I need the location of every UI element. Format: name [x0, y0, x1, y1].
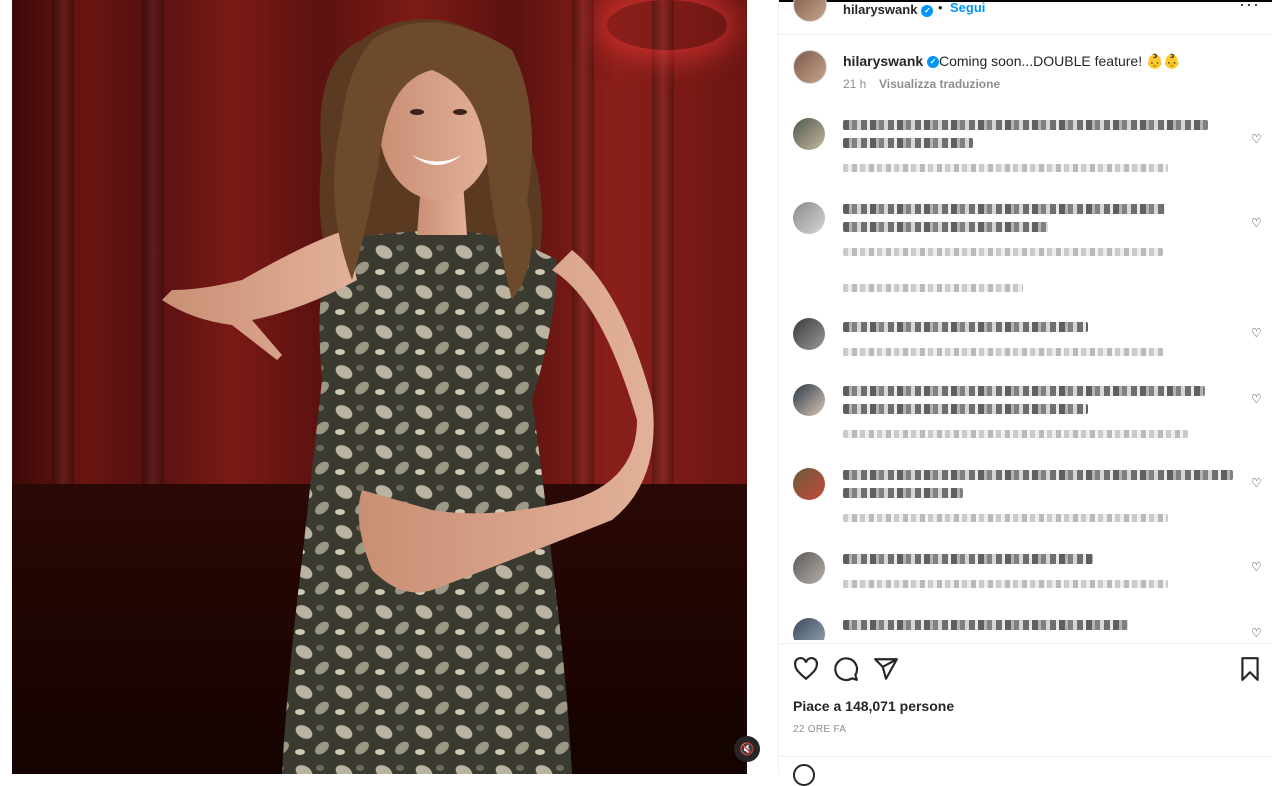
comment-item: ♡ — [779, 468, 1272, 538]
caption-author-avatar[interactable] — [793, 50, 827, 84]
comment-text-redacted — [843, 488, 963, 498]
comment-item: ♡ — [779, 116, 1272, 186]
comment-text-redacted — [843, 404, 1088, 414]
comment-like-heart-icon[interactable]: ♡ — [1251, 626, 1262, 640]
comment-like-heart-icon[interactable]: ♡ — [1251, 216, 1262, 230]
comment-item: ♡ — [779, 618, 1272, 640]
divider — [779, 34, 1272, 35]
comment-text-redacted — [843, 222, 1048, 232]
comment-text-redacted — [843, 138, 973, 148]
author-username-link[interactable]: hilaryswank ✓ — [843, 2, 934, 17]
comment-item: ♡ — [779, 552, 1272, 622]
author-avatar[interactable] — [793, 0, 827, 22]
comment-like-heart-icon[interactable]: ♡ — [1251, 476, 1262, 490]
comment-like-heart-icon[interactable]: ♡ — [1251, 392, 1262, 406]
likes-count[interactable]: Piace a 148,071 persone — [793, 698, 954, 714]
comment-item: ♡ — [779, 200, 1272, 292]
commenter-avatar[interactable] — [793, 552, 825, 584]
caption-username-link[interactable]: hilaryswank ✓ — [843, 53, 940, 69]
post-image[interactable] — [12, 0, 747, 774]
comment-meta-redacted — [843, 580, 1168, 588]
commenter-avatar[interactable] — [793, 384, 825, 416]
comment-meta-redacted — [843, 514, 1168, 522]
commenter-avatar[interactable] — [793, 618, 825, 640]
comment-text-redacted — [843, 120, 1208, 130]
follow-button[interactable]: Segui — [950, 0, 985, 15]
comment-text-redacted — [843, 620, 1128, 630]
comment-meta-redacted — [843, 248, 1163, 256]
comment-meta-redacted — [843, 348, 1163, 356]
mute-icon: 🔇 — [739, 742, 755, 756]
caption-text: Coming soon...DOUBLE feature! 👶👶 — [939, 53, 1181, 69]
woman-in-floral-dress — [162, 19, 654, 774]
comment-item: ♡ — [779, 318, 1272, 388]
comment-text-redacted — [843, 322, 1088, 332]
post-side-panel: hilaryswank ✓ • Segui ··· hilaryswank ✓ Co… — [778, 0, 1272, 786]
heart-icon[interactable] — [793, 656, 819, 682]
commenter-avatar[interactable] — [793, 118, 825, 150]
divider — [779, 756, 1272, 757]
divider — [779, 643, 1272, 644]
caption-username: hilaryswank — [843, 53, 924, 69]
view-replies-redacted[interactable] — [843, 284, 1023, 292]
likes-text: Piace a 148,071 persone — [793, 698, 955, 714]
comment-text-redacted — [843, 386, 1205, 396]
bookmark-icon[interactable] — [1237, 656, 1263, 682]
commenter-avatar[interactable] — [793, 202, 825, 234]
comment-meta-redacted — [843, 164, 1168, 172]
comment-icon[interactable] — [833, 656, 859, 682]
commenter-avatar[interactable] — [793, 318, 825, 350]
more-options-icon[interactable]: ··· — [1239, 0, 1260, 15]
post-header: hilaryswank ✓ • Segui ··· — [779, 0, 1272, 26]
comment-item: ♡ — [779, 384, 1272, 454]
verified-badge-icon: ✓ — [927, 56, 940, 69]
comment-like-heart-icon[interactable]: ♡ — [1251, 326, 1262, 340]
post-caption: hilaryswank ✓ Coming soon...DOUBLE featur… — [779, 44, 1272, 104]
comment-like-heart-icon[interactable]: ♡ — [1251, 560, 1262, 574]
comments-list[interactable]: ♡ ♡ ♡ ♡ ♡ ♡ ♡ — [779, 106, 1272, 640]
caption-timestamp[interactable]: 21 h — [843, 77, 866, 91]
comment-like-heart-icon[interactable]: ♡ — [1251, 132, 1262, 146]
comment-text-redacted — [843, 470, 1233, 480]
translate-link[interactable]: Visualizza traduzione — [879, 77, 1000, 91]
post-timestamp[interactable]: 22 ORE FA — [793, 724, 846, 735]
verified-badge-icon: ✓ — [921, 4, 934, 17]
comment-text-redacted — [843, 554, 1093, 564]
comment-meta-redacted — [843, 430, 1188, 438]
author-username: hilaryswank — [843, 2, 918, 17]
emoji-icon[interactable] — [793, 764, 815, 786]
comment-text-redacted — [843, 204, 1165, 214]
mute-button[interactable]: 🔇 — [734, 736, 760, 762]
share-icon[interactable] — [873, 656, 899, 682]
commenter-avatar[interactable] — [793, 468, 825, 500]
separator-dot: • — [938, 0, 943, 15]
